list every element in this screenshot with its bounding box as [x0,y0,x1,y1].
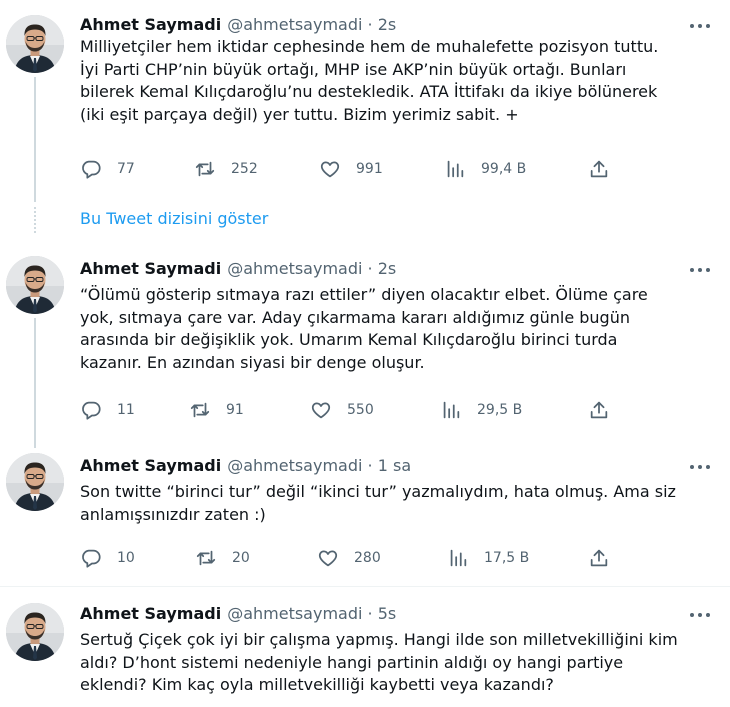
heart-icon [311,402,331,419]
reply-count: 77 [117,161,135,177]
tweet-header: Ahmet Saymadi @ahmetsaymadi · 2s [80,14,396,36]
tweet-time[interactable]: 1 sa [378,456,411,475]
retweet-icon [190,402,210,418]
views-button[interactable]: 99,4 B [444,157,526,181]
author-name[interactable]: Ahmet Saymadi [80,259,221,278]
share-button[interactable] [588,398,610,422]
retweet-icon [195,161,215,177]
reply-count: 11 [117,402,135,418]
share-upload-icon [590,401,608,419]
avatar[interactable] [6,603,64,661]
thread-line [34,77,36,202]
tweet-header: Ahmet Saymadi @ahmetsaymadi · 5s [80,603,396,625]
separator: · [367,259,373,278]
separator: · [367,15,373,34]
author-handle[interactable]: @ahmetsaymadi [227,15,362,34]
tweet-actions: 77 252 991 99,4 B [80,157,620,181]
separator: · [367,456,373,475]
like-count: 550 [347,402,374,418]
tweet-3[interactable]: Ahmet Saymadi @ahmetsaymadi · 1 sa Son tw… [0,442,730,585]
views-bar-chart-icon [443,401,460,419]
views-count: 99,4 B [481,161,527,177]
retweet-button[interactable]: 20 [195,546,250,570]
like-button[interactable]: 550 [310,398,374,422]
more-dots-icon[interactable] [688,16,712,36]
more-dots-icon[interactable] [688,457,712,477]
heart-icon [320,161,340,178]
tweet-1[interactable]: Ahmet Saymadi @ahmetsaymadi · 2s Milliyet… [0,0,730,202]
views-button[interactable]: 29,5 B [440,398,522,422]
thread-gap-dots [34,207,36,233]
reply-icon [82,549,101,568]
thread-line [34,318,36,448]
tweet-text: Milliyetçiler hem iktidar cephesinde hem… [80,37,659,124]
author-name[interactable]: Ahmet Saymadi [80,456,221,475]
more-dots-icon[interactable] [688,260,712,280]
views-count: 17,5 B [484,550,530,566]
reply-icon [82,160,101,179]
tweet-time[interactable]: 2s [378,259,397,278]
like-count: 991 [356,161,383,177]
share-button[interactable] [588,157,610,181]
tweet-text: Son twitte “birinci tur” değil “ikinci t… [80,482,676,524]
author-handle[interactable]: @ahmetsaymadi [227,259,362,278]
retweet-icon [196,550,216,566]
tweet-time[interactable]: 2s [378,15,397,34]
share-upload-icon [590,549,608,567]
avatar[interactable] [6,256,64,314]
retweet-button[interactable]: 252 [194,157,258,181]
author-name[interactable]: Ahmet Saymadi [80,15,221,34]
avatar[interactable] [6,15,64,73]
share-upload-icon [590,160,608,178]
like-button[interactable]: 991 [319,157,383,181]
tweet-text: “Ölümü gösterip sıtmaya razı ettiler” di… [80,285,648,372]
tweet-text: Sertuğ Çiçek çok iyi bir çalışma yapmış.… [80,630,678,694]
retweet-count: 91 [226,402,244,418]
tweet-2[interactable]: Ahmet Saymadi @ahmetsaymadi · 2s “Ölümü g… [0,247,730,448]
tweet-4[interactable]: Ahmet Saymadi @ahmetsaymadi · 5s Sertuğ Ç… [0,587,730,707]
author-handle[interactable]: @ahmetsaymadi [227,456,362,475]
author-handle[interactable]: @ahmetsaymadi [227,604,362,623]
views-button[interactable]: 17,5 B [447,546,529,570]
heart-icon [318,550,338,567]
reply-button[interactable]: 11 [80,398,135,422]
like-button[interactable]: 280 [317,546,381,570]
avatar[interactable] [6,453,64,511]
reply-button[interactable]: 10 [80,546,135,570]
retweet-button[interactable]: 91 [189,398,244,422]
retweet-count: 20 [232,550,250,566]
reply-count: 10 [117,550,135,566]
more-dots-icon[interactable] [688,605,712,625]
tweet-actions: 10 20 280 17,5 B [80,546,620,570]
views-count: 29,5 B [477,402,523,418]
share-button[interactable] [588,546,610,570]
like-count: 280 [354,550,381,566]
separator: · [367,604,373,623]
tweet-time[interactable]: 5s [378,604,397,623]
reply-button[interactable]: 77 [80,157,135,181]
tweet-header: Ahmet Saymadi @ahmetsaymadi · 1 sa [80,455,411,477]
tweet-actions: 11 91 550 29,5 B [80,398,620,422]
views-bar-chart-icon [447,160,464,178]
retweet-count: 252 [231,161,258,177]
reply-icon [82,401,101,420]
views-bar-chart-icon [450,549,467,567]
show-thread-link[interactable]: Bu Tweet dizisini göster [80,209,268,228]
author-name[interactable]: Ahmet Saymadi [80,604,221,623]
tweet-header: Ahmet Saymadi @ahmetsaymadi · 2s [80,258,396,280]
